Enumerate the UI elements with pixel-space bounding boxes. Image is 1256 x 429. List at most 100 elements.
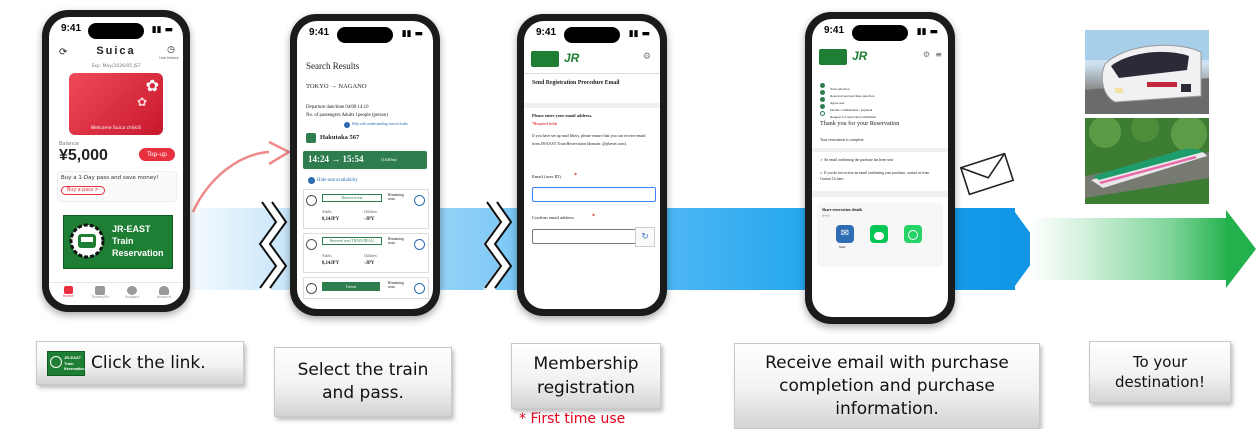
break-marker-icon bbox=[258, 200, 288, 300]
signal-battery-icon: ▮▮ ▬ bbox=[151, 25, 173, 35]
departure-text: Departure date/time 04/08 14:10 bbox=[306, 105, 369, 110]
train-photo-express bbox=[1085, 30, 1209, 114]
hide-seat-icon[interactable] bbox=[308, 177, 315, 184]
step-item: Details confirmation / payment bbox=[820, 96, 940, 112]
seat-row: Reserved seat (TRAIN DEAL) Remaining sea… bbox=[303, 233, 429, 273]
home-icon bbox=[63, 286, 73, 294]
banner-line-1: JR-EAST bbox=[112, 224, 151, 234]
route-text: TOKYO → NAGANO bbox=[306, 83, 367, 90]
confirm-email-field[interactable] bbox=[532, 229, 642, 244]
seat-type-box[interactable]: Reserved seat (TRAIN DEAL) bbox=[322, 237, 382, 245]
topup-button[interactable]: Top-up bbox=[139, 148, 175, 161]
suica-card[interactable]: ✿ ✿ Welcome Suica chiikiS bbox=[69, 73, 163, 135]
support-icon bbox=[127, 286, 137, 295]
phone-registration: 9:41 ▮▮ ▬ JR ⚙ Send Registration Procedu… bbox=[517, 14, 667, 316]
settings-icon[interactable]: ⚙ bbox=[923, 50, 930, 59]
tab-bar: Home Tickets/Ps Support Account bbox=[49, 282, 183, 305]
settings-icon[interactable]: ⚙ bbox=[643, 52, 651, 62]
tab-tickets[interactable]: Tickets/Ps bbox=[87, 286, 113, 299]
phone-confirmation: 9:41 ▮▮ ▬ JR ⚙ ≡ Your selection Reserved… bbox=[805, 12, 955, 324]
jr-east-banner[interactable]: JR-EAST Train Reservation bbox=[63, 215, 173, 269]
remaining-label: Remaining seats bbox=[388, 237, 404, 245]
caption-membership: Membership registration bbox=[511, 343, 661, 409]
radio-right[interactable] bbox=[414, 195, 425, 206]
seat-type-box[interactable]: Reserved seat bbox=[322, 194, 382, 202]
jr-east-tile: JR-EAST Train Reservation bbox=[47, 350, 85, 376]
help-icon[interactable] bbox=[344, 122, 350, 128]
tab-account[interactable]: Account bbox=[151, 286, 177, 299]
account-icon bbox=[159, 286, 169, 295]
remaining-label: Remaining seats bbox=[388, 281, 404, 289]
header-divider bbox=[524, 73, 660, 74]
jr-logo: JR bbox=[852, 49, 868, 63]
radio-left[interactable] bbox=[306, 195, 317, 206]
line-share-button[interactable] bbox=[870, 225, 888, 243]
caption-select-train-text: Select the train and pass. bbox=[297, 360, 429, 403]
step-item: Your selection bbox=[820, 75, 940, 91]
adult-label: Adults bbox=[322, 254, 332, 258]
line-icon bbox=[874, 232, 884, 240]
tile-line-3: Reservation bbox=[64, 366, 85, 371]
history-icon[interactable]: ◷ bbox=[167, 45, 175, 55]
use-history-label: Use history bbox=[159, 56, 179, 60]
required-note: *Required fields bbox=[532, 122, 558, 126]
email-prompt: Please enter your email address. bbox=[532, 113, 593, 118]
time-range: 14:24 → 15:54 bbox=[308, 154, 364, 164]
status-time: 9:41 bbox=[309, 27, 330, 38]
dynamic-island bbox=[337, 27, 393, 43]
status-time: 9:41 bbox=[61, 23, 82, 34]
tab-label: Support bbox=[124, 295, 140, 299]
required-mark: * bbox=[592, 213, 595, 220]
jr-train-logo[interactable] bbox=[531, 51, 559, 67]
tab-home[interactable]: Home bbox=[55, 286, 81, 298]
page-title: Search Results bbox=[306, 61, 360, 71]
check-1: ✓ An email confirming the purchase has b… bbox=[820, 158, 893, 162]
dynamic-island bbox=[88, 23, 144, 39]
remaining-label: Remaining seats bbox=[388, 193, 404, 201]
radio-right[interactable] bbox=[414, 283, 425, 294]
destination-band bbox=[1030, 218, 1230, 280]
mail-share-button[interactable]: ✉ bbox=[836, 225, 854, 243]
page-title: Send Registration Procedure Email bbox=[532, 80, 620, 86]
step-item: Request for reservation submitted bbox=[820, 103, 940, 119]
banner-line-2: Train bbox=[112, 236, 134, 246]
radio-right[interactable] bbox=[414, 239, 425, 250]
tab-support[interactable]: Support bbox=[119, 286, 145, 299]
tab-label: Home bbox=[62, 294, 74, 298]
section-divider bbox=[812, 191, 948, 197]
expiry-line: Exp. May/2026/05 JST bbox=[91, 64, 141, 69]
check-2-text[interactable]: If you do not receive an email confirmin… bbox=[820, 171, 929, 181]
radio-left[interactable] bbox=[306, 239, 317, 250]
duration: (1h30m) bbox=[381, 157, 397, 162]
radio-left[interactable] bbox=[306, 283, 317, 294]
whatsapp-share-button[interactable] bbox=[904, 225, 922, 243]
menu-icon[interactable]: ≡ bbox=[935, 50, 942, 59]
tab-label: Tickets/Ps bbox=[91, 295, 109, 299]
envelope-icon bbox=[959, 152, 1015, 196]
check-icon: ✓ bbox=[820, 158, 824, 162]
thanks-heading: Thank you for your Reservation bbox=[820, 120, 900, 127]
buy-pass-button[interactable]: Buy a pass > bbox=[61, 186, 105, 195]
help-link[interactable]: Help with understanding search results bbox=[352, 122, 408, 126]
share-title: Share reservation details bbox=[822, 208, 863, 212]
caption-click-link: JR-EAST Train Reservation Click the link… bbox=[36, 341, 244, 385]
hide-seat-link[interactable]: Hide seat availability bbox=[317, 178, 358, 183]
adult-fare: 8,14JPY bbox=[322, 261, 340, 266]
adult-label: Adults bbox=[322, 210, 332, 214]
status-time: 9:41 bbox=[824, 25, 845, 36]
tile-line-2: Train bbox=[64, 360, 74, 366]
time-bar[interactable]: 14:24 → 15:54 (1h30m) bbox=[303, 151, 427, 169]
green-car-button[interactable]: Green bbox=[322, 282, 380, 291]
sakura-icon: ✿ bbox=[136, 95, 147, 109]
status-time: 9:41 bbox=[536, 27, 557, 38]
child-label: Children bbox=[364, 210, 377, 214]
signal-battery-icon: ▮▮ ▬ bbox=[628, 29, 650, 39]
recaptcha-icon[interactable]: ↻ bbox=[635, 227, 655, 247]
jr-train-logo[interactable] bbox=[819, 49, 847, 65]
email-field[interactable] bbox=[532, 187, 656, 202]
caption-destination: To your destination! bbox=[1089, 341, 1231, 403]
child-label: Children bbox=[364, 254, 377, 258]
mail-icon: ✉ bbox=[840, 228, 850, 239]
check-icon: ✓ bbox=[820, 171, 824, 175]
seat-row: Reserved seat Remaining seats Adults 8,1… bbox=[303, 189, 429, 229]
